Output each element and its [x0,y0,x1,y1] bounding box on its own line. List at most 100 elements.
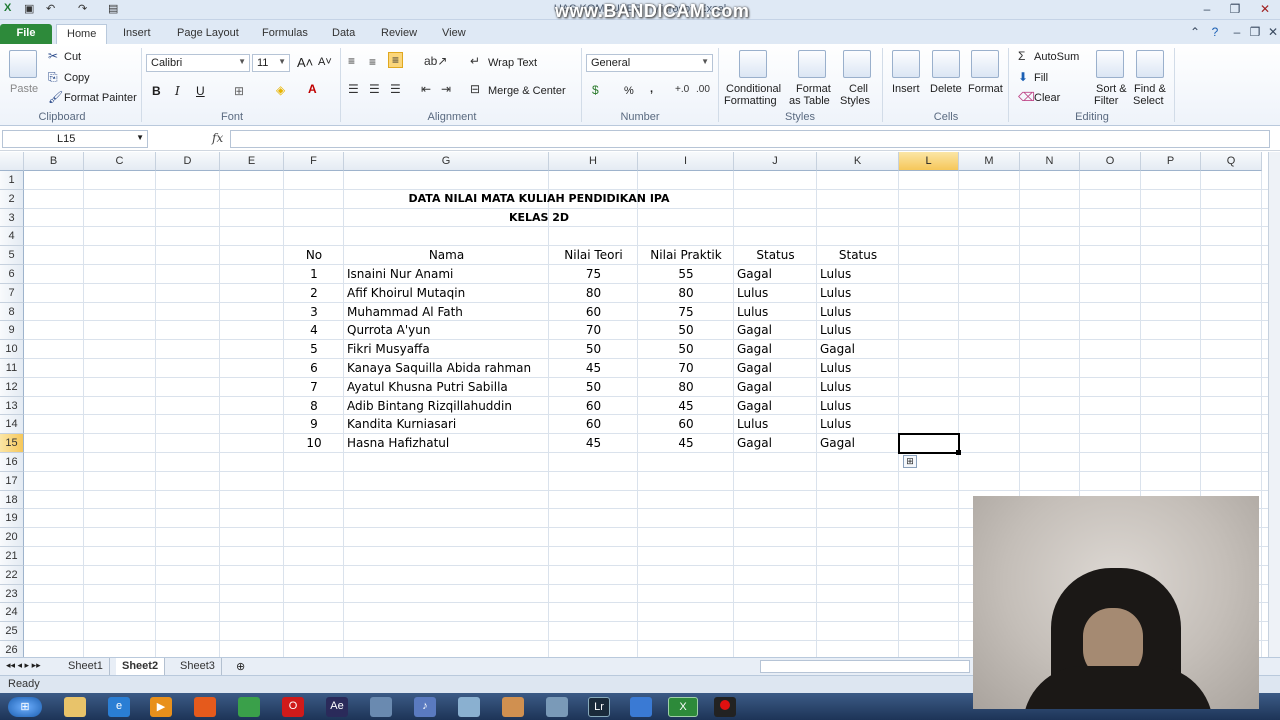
cell-status[interactable]: Lulus [817,303,899,322]
row-header[interactable]: 23 [0,584,24,604]
row-header[interactable]: 25 [0,622,24,641]
cell-status[interactable]: Gagal [734,265,817,284]
header-nilai-praktik[interactable]: Nilai Praktik [638,246,734,265]
cell-status[interactable]: Lulus [817,284,899,303]
cell-status[interactable]: Lulus [817,415,899,434]
cell-nama[interactable]: Hasna Hafizhatul [344,434,549,453]
cell-no[interactable]: 10 [284,434,344,453]
column-header[interactable]: K [817,152,899,171]
cell-nilai-teori[interactable]: 45 [549,359,638,378]
cell-no[interactable]: 8 [284,397,344,416]
cell-nilai-teori[interactable]: 50 [549,340,638,359]
cell-nilai-teori[interactable]: 75 [549,265,638,284]
horizontal-scrollbar[interactable] [760,660,970,673]
cell-no[interactable]: 7 [284,378,344,397]
tab-view[interactable]: View [432,24,476,44]
column-header[interactable]: J [734,152,817,171]
cell-nilai-praktik[interactable]: 55 [638,265,734,284]
new-sheet-icon[interactable]: ⊕ [236,660,245,673]
cell-no[interactable]: 5 [284,340,344,359]
header-status[interactable]: Status [817,246,899,265]
paste-button[interactable]: Paste [10,83,38,95]
row-header[interactable]: 5 [0,246,24,265]
row-header[interactable]: 7 [0,283,24,303]
conditional-formatting-label-1[interactable]: Conditional [726,83,781,95]
row-header[interactable]: 6 [0,265,24,284]
lightroom-icon[interactable]: Lr [588,697,610,717]
wrap-text-button[interactable]: Wrap Text [488,57,537,69]
align-right-icon[interactable]: ☰ [390,82,401,96]
ribbon-minimize-icon[interactable]: ⌃ [1184,25,1206,41]
find-select-label-1[interactable]: Find & [1134,83,1166,95]
app-icon[interactable] [546,697,568,717]
cell-status[interactable]: Lulus [817,321,899,340]
percent-button[interactable]: % [624,85,634,97]
fill-color-icon[interactable]: ◈ [276,83,285,97]
cell-nilai-teori[interactable]: 60 [549,397,638,416]
cell-nilai-praktik[interactable]: 45 [638,397,734,416]
shrink-font-icon[interactable]: A˅ [318,56,332,68]
cell-status[interactable]: Lulus [734,303,817,322]
sheet-nav-icon[interactable]: ◂◂ ◂ ▸ ▸▸ [6,660,41,671]
copy-button[interactable]: Copy [64,72,90,84]
tab-page-layout[interactable]: Page Layout [167,24,249,44]
media-player-icon[interactable]: ▶ [150,697,172,717]
cell-status[interactable]: Gagal [734,397,817,416]
cell-nilai-praktik[interactable]: 45 [638,434,734,453]
cell-styles-label-2[interactable]: Styles [840,95,870,107]
cell-nilai-teori[interactable]: 60 [549,303,638,322]
row-header[interactable]: 13 [0,396,24,416]
cell-nama[interactable]: Fikri Musyaffa [344,340,549,359]
row-header[interactable]: 9 [0,321,24,341]
cell-no[interactable]: 3 [284,303,344,322]
format-cells-button[interactable]: Format [968,83,1003,95]
sheet-tab-sheet3[interactable]: Sheet3 [174,658,222,675]
row-header[interactable]: 11 [0,359,24,378]
restore-icon[interactable]: ❐ [1224,2,1246,18]
header-nama[interactable]: Nama [344,246,549,265]
start-button-icon[interactable]: ⊞ [8,697,42,717]
column-header[interactable]: B [24,152,84,171]
header-status[interactable]: Status [734,246,817,265]
comma-button[interactable]: , [650,83,653,95]
align-left-icon[interactable]: ☰ [348,82,359,96]
column-header[interactable]: Q [1201,152,1262,171]
help-icon[interactable]: ? [1204,25,1226,41]
bandicam-icon[interactable] [714,697,736,717]
notepad-icon[interactable] [458,697,480,717]
column-header[interactable]: E [220,152,284,171]
row-header[interactable]: 4 [0,227,24,247]
row-header[interactable]: 12 [0,377,24,397]
conditional-formatting-label-2[interactable]: Formatting [724,95,777,107]
row-header[interactable]: 2 [0,189,24,209]
after-effects-icon[interactable]: Ae [326,697,348,717]
row-header[interactable]: 3 [0,208,24,228]
find-select-label-2[interactable]: Select [1133,95,1164,107]
align-top-icon[interactable]: ≡ [348,54,355,68]
row-header[interactable]: 8 [0,302,24,322]
format-painter-button[interactable]: Format Painter [64,92,137,104]
active-cell-outline[interactable] [898,433,960,454]
vertical-scrollbar[interactable] [1268,152,1280,657]
merge-center-button[interactable]: Merge & Center [488,85,566,97]
explorer-icon[interactable] [64,697,86,717]
cell-styles-label-1[interactable]: Cell [849,83,868,95]
column-header[interactable]: H [549,152,638,171]
cell-status[interactable]: Gagal [817,340,899,359]
cell-nama[interactable]: Muhammad Al Fath [344,303,549,322]
cell-nilai-praktik[interactable]: 50 [638,340,734,359]
underline-button[interactable]: U [196,84,205,98]
row-header[interactable]: 15 [0,434,24,453]
cell-status[interactable]: Gagal [734,359,817,378]
cell-status[interactable]: Gagal [734,321,817,340]
ie-icon[interactable]: e [108,697,130,717]
font-size-select[interactable]: 11 ▼ [252,54,290,72]
row-header[interactable]: 17 [0,471,24,491]
currency-icon[interactable]: $ [592,83,599,97]
row-header[interactable]: 24 [0,603,24,623]
header-no[interactable]: No [284,246,344,265]
cell-nama[interactable]: Isnaini Nur Anami [344,265,549,284]
column-header[interactable]: P [1141,152,1201,171]
grow-font-icon[interactable]: A˄ [297,55,313,70]
decrease-decimal-icon[interactable]: .00 [696,84,710,95]
